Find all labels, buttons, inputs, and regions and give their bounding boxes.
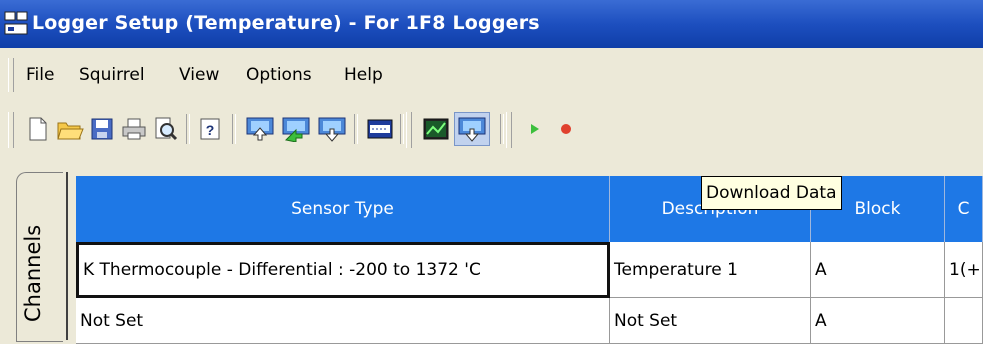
toolbar-separator bbox=[400, 114, 404, 144]
table-cell-sensor-type-selected[interactable]: K Thermocouple - Differential : -200 to … bbox=[76, 242, 610, 298]
svg-text:?: ? bbox=[206, 122, 215, 138]
graph-button[interactable] bbox=[420, 113, 452, 145]
play-button[interactable] bbox=[518, 113, 550, 145]
toolbar-separator bbox=[354, 114, 358, 144]
table-cell-description[interactable]: Not Set bbox=[610, 298, 811, 344]
send-to-logger-button[interactable] bbox=[280, 113, 312, 145]
download-from-logger-button[interactable] bbox=[316, 113, 348, 145]
record-button[interactable] bbox=[550, 113, 582, 145]
print-preview-button[interactable] bbox=[150, 113, 182, 145]
table-cell-description[interactable]: Temperature 1 bbox=[610, 242, 811, 298]
upload-button[interactable] bbox=[244, 113, 276, 145]
column-header-channel[interactable]: C bbox=[945, 176, 983, 242]
display-icon bbox=[367, 119, 393, 139]
download-data-icon bbox=[458, 117, 486, 142]
download-data-button[interactable] bbox=[454, 112, 490, 146]
toolbar-grip[interactable] bbox=[406, 112, 412, 148]
toolbar: ? bbox=[0, 104, 983, 154]
send-to-logger-icon bbox=[282, 117, 310, 142]
new-file-button[interactable] bbox=[22, 113, 54, 145]
open-folder-icon bbox=[57, 122, 84, 140]
graph-icon bbox=[423, 118, 449, 140]
save-button[interactable] bbox=[86, 113, 118, 145]
column-header-sensor-type[interactable]: Sensor Type bbox=[76, 176, 610, 242]
table-cell-block[interactable]: A bbox=[811, 298, 945, 344]
menu-squirrel[interactable]: Squirrel bbox=[79, 65, 145, 85]
app-icon bbox=[4, 11, 28, 35]
open-button[interactable] bbox=[54, 113, 86, 145]
menu-view[interactable]: View bbox=[179, 65, 219, 85]
upload-icon bbox=[246, 117, 274, 141]
save-icon bbox=[91, 118, 113, 140]
download-from-logger-icon bbox=[318, 117, 346, 142]
toolbar-grip[interactable] bbox=[8, 112, 14, 148]
menu-bar: File Squirrel View Options Help bbox=[0, 52, 983, 98]
new-file-icon bbox=[29, 117, 47, 141]
menu-options[interactable]: Options bbox=[246, 65, 312, 85]
toolbar-grip[interactable] bbox=[506, 112, 512, 148]
print-button[interactable] bbox=[118, 113, 150, 145]
menu-file[interactable]: File bbox=[26, 65, 54, 85]
help-icon: ? bbox=[200, 118, 220, 140]
menu-help[interactable]: Help bbox=[344, 65, 383, 85]
record-icon bbox=[561, 124, 571, 134]
table-cell-channel[interactable]: 1(+ bbox=[945, 242, 983, 298]
toolbar-separator bbox=[500, 114, 504, 144]
table-cell-channel[interactable] bbox=[945, 298, 983, 344]
display-button[interactable] bbox=[364, 113, 396, 145]
grid-row-header bbox=[66, 172, 76, 340]
play-icon bbox=[531, 124, 539, 134]
print-preview-icon bbox=[155, 117, 178, 141]
tab-channels-label: Channels bbox=[21, 224, 45, 322]
help-button[interactable]: ? bbox=[194, 113, 226, 145]
table-cell-block[interactable]: A bbox=[811, 242, 945, 298]
toolbar-separator bbox=[232, 114, 236, 144]
print-icon bbox=[122, 118, 146, 140]
window-title: Logger Setup (Temperature) - For 1F8 Log… bbox=[32, 12, 540, 34]
toolbar-separator bbox=[186, 114, 190, 144]
tooltip: Download Data bbox=[701, 176, 842, 210]
menu-grip[interactable] bbox=[8, 58, 14, 92]
title-bar: Logger Setup (Temperature) - For 1F8 Log… bbox=[0, 0, 983, 48]
table-cell-sensor-type[interactable]: Not Set bbox=[76, 298, 610, 344]
